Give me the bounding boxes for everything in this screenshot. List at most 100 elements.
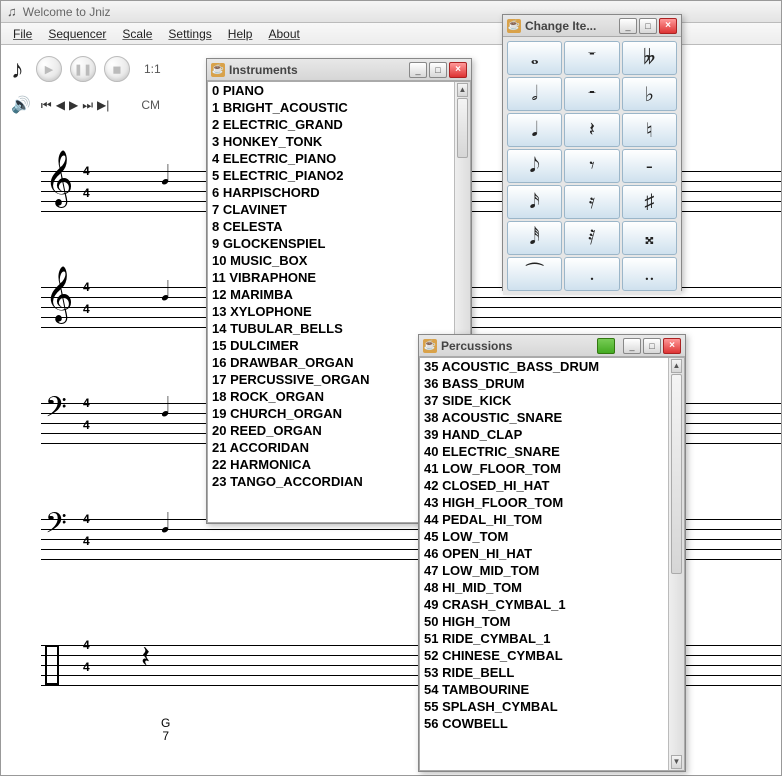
- list-item[interactable]: 39 HAND_CLAP: [420, 426, 668, 443]
- stop-button[interactable]: ◼: [104, 56, 130, 82]
- list-item[interactable]: 49 CRASH_CYMBAL_1: [420, 596, 668, 613]
- list-item[interactable]: 38 ACOUSTIC_SNARE: [420, 409, 668, 426]
- end-icon[interactable]: ▶|: [97, 98, 109, 113]
- treble-clef-icon: 𝄞: [45, 271, 73, 319]
- list-item[interactable]: 6 HARPISCHORD: [208, 184, 454, 201]
- list-item[interactable]: 9 GLOCKENSPIEL: [208, 235, 454, 252]
- minimize-button[interactable]: _: [409, 62, 427, 78]
- scroll-down-icon[interactable]: ▼: [671, 755, 682, 769]
- list-item[interactable]: 42 CLOSED_HI_HAT: [420, 477, 668, 494]
- note-2[interactable]: 𝅘𝅥: [161, 277, 169, 308]
- fast-fwd-icon[interactable]: ⏭: [82, 98, 93, 113]
- maximize-button[interactable]: □: [429, 62, 447, 78]
- list-item[interactable]: 48 HI_MID_TOM: [420, 579, 668, 596]
- palette-cell[interactable]: 𝅘𝅥: [507, 113, 562, 147]
- menu-help[interactable]: Help: [220, 24, 261, 44]
- list-item[interactable]: 3 HONKEY_TONK: [208, 133, 454, 150]
- menu-sequencer[interactable]: Sequencer: [40, 24, 114, 44]
- instruments-titlebar[interactable]: ☕ Instruments _ □ ×: [207, 59, 471, 81]
- scroll-up-icon[interactable]: ▲: [457, 83, 468, 97]
- list-item[interactable]: 54 TAMBOURINE: [420, 681, 668, 698]
- palette-cell[interactable]: 𝅘𝅥𝅮: [507, 149, 562, 183]
- list-item[interactable]: 8 CELESTA: [208, 218, 454, 235]
- list-item[interactable]: 50 HIGH_TOM: [420, 613, 668, 630]
- menu-about[interactable]: About: [260, 24, 307, 44]
- list-item[interactable]: 44 PEDAL_HI_TOM: [420, 511, 668, 528]
- eighth-note-icon: ♪: [11, 54, 24, 85]
- minimize-button[interactable]: _: [623, 338, 641, 354]
- volume-icon[interactable]: 🔊: [11, 95, 31, 115]
- list-item[interactable]: 52 CHINESE_CYMBAL: [420, 647, 668, 664]
- list-item[interactable]: 46 OPEN_HI_HAT: [420, 545, 668, 562]
- palette-cell[interactable]: 𝄾: [564, 149, 619, 183]
- percussions-titlebar[interactable]: ☕ Percussions _ □ ×: [419, 335, 685, 357]
- palette-cell[interactable]: 𝅝: [507, 41, 562, 75]
- list-item[interactable]: 47 LOW_MID_TOM: [420, 562, 668, 579]
- list-item[interactable]: 11 VIBRAPHONE: [208, 269, 454, 286]
- palette-cell[interactable]: -: [622, 149, 677, 183]
- scroll-thumb[interactable]: [671, 374, 682, 574]
- scroll-thumb[interactable]: [457, 98, 468, 158]
- list-item[interactable]: 1 BRIGHT_ACOUSTIC: [208, 99, 454, 116]
- green-action-button[interactable]: [597, 338, 615, 354]
- list-item[interactable]: 7 CLAVINET: [208, 201, 454, 218]
- palette-cell[interactable]: 𝄫: [622, 41, 677, 75]
- list-item[interactable]: 12 MARIMBA: [208, 286, 454, 303]
- menu-settings[interactable]: Settings: [160, 24, 219, 44]
- minimize-button[interactable]: _: [619, 18, 637, 34]
- play-button[interactable]: ▶: [36, 56, 62, 82]
- step-fwd-icon[interactable]: ▶: [69, 98, 78, 113]
- list-item[interactable]: 41 LOW_FLOOR_TOM: [420, 460, 668, 477]
- palette-cell[interactable]: 𝄼: [564, 77, 619, 111]
- change-item-window[interactable]: ☕ Change Ite... _ □ × 𝅝𝄻𝄫 𝅗𝅥𝄼♭ 𝅘𝅥𝄽♮ 𝅘𝅥𝅮𝄾- 𝅘𝅥…: [502, 14, 682, 291]
- list-item[interactable]: 43 HIGH_FLOOR_TOM: [420, 494, 668, 511]
- change-item-titlebar[interactable]: ☕ Change Ite... _ □ ×: [503, 15, 681, 37]
- step-back-icon[interactable]: ◀: [56, 98, 65, 113]
- palette-cell[interactable]: 𝄿: [564, 185, 619, 219]
- maximize-button[interactable]: □: [643, 338, 661, 354]
- list-item[interactable]: 5 ELECTRIC_PIANO2: [208, 167, 454, 184]
- list-item[interactable]: 37 SIDE_KICK: [420, 392, 668, 409]
- menu-file[interactable]: File: [5, 24, 40, 44]
- scrollbar[interactable]: ▲ ▼: [668, 358, 684, 770]
- close-button[interactable]: ×: [663, 338, 681, 354]
- list-item[interactable]: 2 ELECTRIC_GRAND: [208, 116, 454, 133]
- palette-cell[interactable]: ..: [622, 257, 677, 291]
- scroll-up-icon[interactable]: ▲: [671, 359, 682, 373]
- palette-cell[interactable]: 𝅀: [564, 221, 619, 255]
- palette-cell[interactable]: 𝅘𝅥𝅰: [507, 221, 562, 255]
- list-item[interactable]: 0 PIANO: [208, 82, 454, 99]
- menu-scale[interactable]: Scale: [114, 24, 160, 44]
- note-1[interactable]: 𝅘𝅥: [161, 161, 169, 192]
- list-item[interactable]: 53 RIDE_BELL: [420, 664, 668, 681]
- close-button[interactable]: ×: [659, 18, 677, 34]
- list-item[interactable]: 40 ELECTRIC_SNARE: [420, 443, 668, 460]
- list-item[interactable]: 36 BASS_DRUM: [420, 375, 668, 392]
- maximize-button[interactable]: □: [639, 18, 657, 34]
- note-3[interactable]: 𝅘𝅥: [161, 393, 169, 424]
- palette-cell[interactable]: ♮: [622, 113, 677, 147]
- list-item[interactable]: 13 XYLOPHONE: [208, 303, 454, 320]
- list-item[interactable]: 55 SPLASH_CYMBAL: [420, 698, 668, 715]
- list-item[interactable]: 35 ACOUSTIC_BASS_DRUM: [420, 358, 668, 375]
- list-item[interactable]: 51 RIDE_CYMBAL_1: [420, 630, 668, 647]
- rest-1[interactable]: 𝄽: [141, 641, 150, 675]
- palette-cell[interactable]: 𝅘𝅥𝅯: [507, 185, 562, 219]
- palette-cell[interactable]: ♭: [622, 77, 677, 111]
- palette-cell[interactable]: 𝄽: [564, 113, 619, 147]
- palette-cell[interactable]: ⁀: [507, 257, 562, 291]
- list-item[interactable]: 56 COWBELL: [420, 715, 668, 732]
- note-4[interactable]: 𝅘𝅥: [161, 509, 169, 540]
- rewind-start-icon[interactable]: ⏮: [41, 98, 52, 113]
- palette-cell[interactable]: .: [564, 257, 619, 291]
- close-button[interactable]: ×: [449, 62, 467, 78]
- palette-cell[interactable]: ♯: [622, 185, 677, 219]
- list-item[interactable]: 4 ELECTRIC_PIANO: [208, 150, 454, 167]
- palette-cell[interactable]: 𝅗𝅥: [507, 77, 562, 111]
- palette-cell[interactable]: 𝄻: [564, 41, 619, 75]
- list-item[interactable]: 10 MUSIC_BOX: [208, 252, 454, 269]
- list-item[interactable]: 45 LOW_TOM: [420, 528, 668, 545]
- palette-cell[interactable]: 𝄪: [622, 221, 677, 255]
- pause-button[interactable]: ❚❚: [70, 56, 96, 82]
- percussions-window[interactable]: ☕ Percussions _ □ × 35 ACOUSTIC_BASS_DRU…: [418, 334, 686, 772]
